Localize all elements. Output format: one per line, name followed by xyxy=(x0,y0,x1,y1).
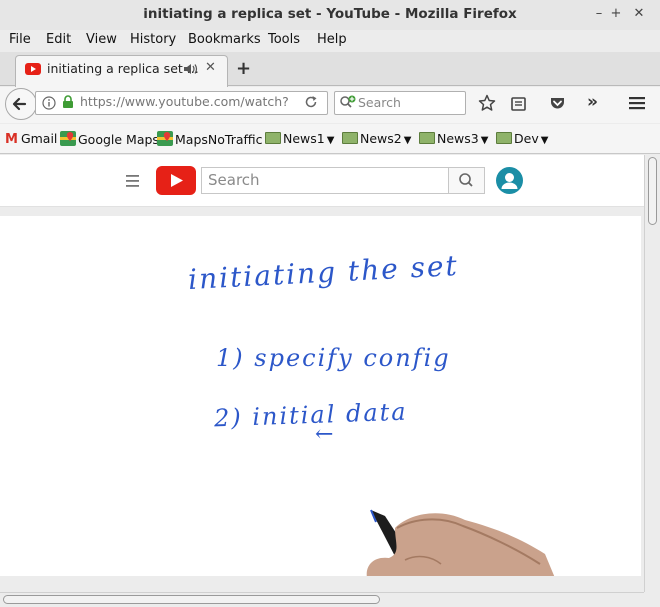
folder-label: News3 xyxy=(437,131,479,146)
bookmark-folder-news3[interactable]: News3 ▼ xyxy=(419,131,488,149)
search-bar-placeholder: Search xyxy=(358,95,401,110)
folder-icon xyxy=(265,132,281,144)
hamburger-menu-icon[interactable] xyxy=(628,95,646,111)
search-engine-icon[interactable] xyxy=(339,95,357,111)
youtube-logo-icon[interactable] xyxy=(156,166,196,195)
user-avatar-icon[interactable] xyxy=(496,167,523,194)
menu-bookmarks[interactable]: Bookmarks xyxy=(188,32,261,47)
bookmark-mapsnotraffic-label: MapsNoTraffic xyxy=(175,132,263,147)
horizontal-scrollbar[interactable] xyxy=(0,592,644,607)
video-player[interactable]: initiating the set 1) specify config 2) … xyxy=(0,216,641,576)
dropdown-arrow-icon: ▼ xyxy=(480,135,489,146)
reading-list-icon[interactable] xyxy=(510,95,527,112)
vertical-scroll-thumb[interactable] xyxy=(648,157,657,225)
info-icon[interactable] xyxy=(42,96,56,110)
bookmark-gmail-label: Gmail xyxy=(20,131,58,146)
whiteboard-line-3: 2) initial data xyxy=(213,397,409,433)
tab-close-icon[interactable]: ✕ xyxy=(205,60,216,75)
bookmark-google-maps[interactable]: Google Maps xyxy=(60,131,159,149)
bookmark-folder-news1[interactable]: News1 ▼ xyxy=(265,131,334,149)
folder-icon xyxy=(496,132,512,144)
window-title: initiating a replica set - YouTube - Moz… xyxy=(143,6,517,22)
horizontal-scroll-thumb[interactable] xyxy=(3,595,380,604)
menu-help[interactable]: Help xyxy=(317,32,347,47)
hand-with-marker-image xyxy=(366,509,555,576)
new-tab-button[interactable]: + xyxy=(236,58,251,79)
overflow-chevron-icon[interactable]: » xyxy=(587,92,598,112)
tab-title: initiating a replica set ... xyxy=(47,61,199,76)
dropdown-arrow-icon: ▼ xyxy=(540,135,549,146)
maps-icon xyxy=(157,131,173,146)
pocket-icon[interactable] xyxy=(549,95,566,111)
menu-view[interactable]: View xyxy=(86,32,117,47)
dropdown-arrow-icon: ▼ xyxy=(403,135,412,146)
youtube-search-button[interactable] xyxy=(448,167,485,194)
minimize-icon[interactable]: – xyxy=(590,5,608,23)
lock-icon xyxy=(63,95,73,108)
youtube-favicon-icon xyxy=(25,63,41,75)
bookmark-folder-news2[interactable]: News2 ▼ xyxy=(342,131,411,149)
maps-icon xyxy=(60,131,76,146)
speaker-icon[interactable] xyxy=(183,62,199,76)
bookmark-star-icon[interactable] xyxy=(478,94,496,112)
folder-label: Dev xyxy=(514,131,539,146)
folder-label: News1 xyxy=(283,131,325,146)
folder-icon xyxy=(342,132,358,144)
back-arrow-icon xyxy=(12,97,27,111)
vertical-scrollbar[interactable] xyxy=(644,155,660,592)
search-icon xyxy=(459,173,473,187)
close-window-icon[interactable]: ✕ xyxy=(630,5,648,23)
folder-icon xyxy=(419,132,435,144)
bookmark-google-maps-label: Google Maps xyxy=(78,132,159,147)
folder-label: News2 xyxy=(360,131,402,146)
url-text: https://www.youtube.com/watch? xyxy=(80,94,289,109)
whiteboard-line-2: 1) specify config xyxy=(216,344,451,372)
guide-menu-icon[interactable] xyxy=(126,175,140,187)
menu-edit[interactable]: Edit xyxy=(46,32,71,47)
youtube-search-placeholder: Search xyxy=(208,171,260,189)
back-button[interactable] xyxy=(5,88,37,120)
gmail-icon: M xyxy=(5,132,18,147)
menu-file[interactable]: File xyxy=(9,32,31,47)
maximize-icon[interactable]: + xyxy=(607,5,625,23)
menu-history[interactable]: History xyxy=(130,32,176,47)
reload-icon[interactable] xyxy=(304,95,318,109)
whiteboard-line-1: initiating the set xyxy=(187,248,460,297)
bookmark-mapsnotraffic[interactable]: MapsNoTraffic xyxy=(157,131,262,149)
menu-tools[interactable]: Tools xyxy=(268,32,300,47)
whiteboard-arrow: ← xyxy=(315,422,336,447)
bookmark-gmail[interactable]: M Gmail xyxy=(5,131,57,149)
bookmark-folder-dev[interactable]: Dev ▼ xyxy=(496,131,548,149)
dropdown-arrow-icon: ▼ xyxy=(326,135,335,146)
